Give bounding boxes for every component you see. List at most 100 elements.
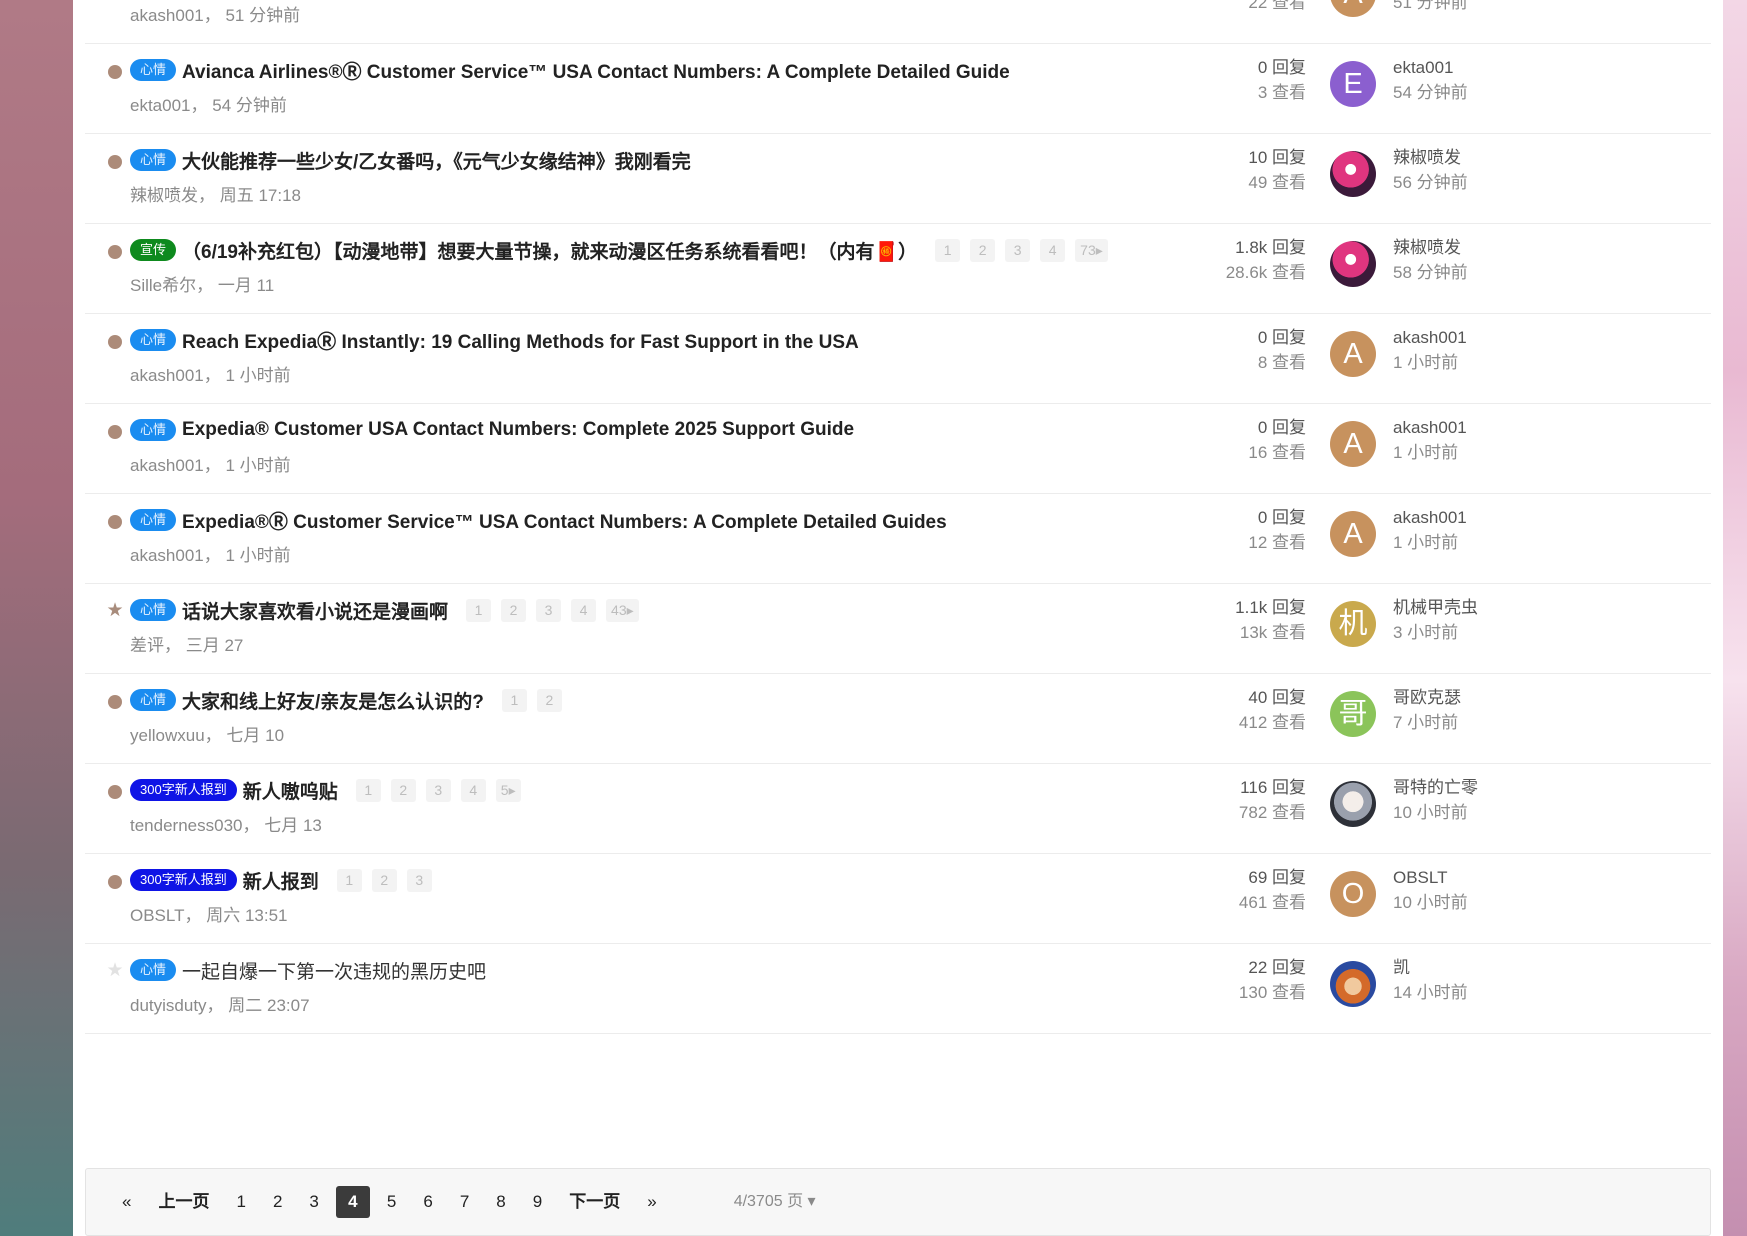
last-page-button[interactable]: » <box>637 1186 666 1218</box>
last-reply-user[interactable]: OBSLT <box>1393 865 1468 890</box>
topic-author[interactable]: akash001， <box>130 6 221 25</box>
page-number-button[interactable]: 2 <box>263 1186 292 1218</box>
topic-page-link[interactable]: 1 <box>501 688 527 712</box>
topic-title-link[interactable]: 一起自爆一下第一次违规的黑历史吧 <box>182 957 486 984</box>
last-reply-user[interactable]: 机械甲壳虫 <box>1393 595 1478 620</box>
avatar[interactable]: O <box>1330 871 1376 917</box>
avatar[interactable]: A <box>1330 331 1376 377</box>
prev-page-button[interactable]: 上一页 <box>148 1186 219 1218</box>
avatar[interactable]: E <box>1330 61 1376 107</box>
topic-title-link[interactable]: （6/19补充红包）【动漫地带】想要大量节操，就来动漫区任务系统看看吧！（内有🧧… <box>182 237 917 264</box>
avatar[interactable]: 机 <box>1330 601 1376 647</box>
topic-page-link[interactable]: 1 <box>336 868 362 892</box>
last-reply-user[interactable]: 辣椒喷发 <box>1393 235 1468 260</box>
category-badge[interactable]: 心情 <box>130 509 177 531</box>
topic-title-link[interactable]: 新人报到 <box>243 867 319 894</box>
topic-author[interactable]: akash001， <box>130 546 221 565</box>
topic-page-link[interactable]: 3 <box>1005 238 1031 262</box>
topic-author[interactable]: akash001， <box>130 456 221 475</box>
category-badge[interactable]: 心情 <box>130 59 177 81</box>
page-number-button[interactable]: 8 <box>486 1186 515 1218</box>
avatar[interactable]: A <box>1330 0 1376 17</box>
last-reply-user[interactable]: 哥欧克瑟 <box>1393 685 1461 710</box>
avatar[interactable]: 哥 <box>1330 691 1376 737</box>
topic-row[interactable]: 300字新人报到 新人嗷呜贴 1 2 3 4 5▸ tenderness030， 七月 … <box>85 754 1711 854</box>
topic-page-link[interactable]: 2 <box>970 238 996 262</box>
topic-title-link[interactable]: 大伙能推荐一些少女/乙女番吗，《元气少女缘结神》我刚看完 <box>182 147 691 174</box>
topic-page-link[interactable]: 1 <box>355 778 381 802</box>
topic-title-link[interactable]: 大家和线上好友/亲友是怎么认识的? <box>182 687 484 714</box>
page-number-button[interactable]: 9 <box>523 1186 552 1218</box>
last-reply-user[interactable]: 辣椒喷发 <box>1393 145 1468 170</box>
star-icon[interactable]: ★ <box>105 601 125 621</box>
topic-author[interactable]: 差评， <box>130 636 181 655</box>
avatar[interactable]: A <box>1330 511 1376 557</box>
topic-page-link[interactable]: 2 <box>371 868 397 892</box>
topic-title-link[interactable]: Reach ExpediaⓇ Instantly: 19 Calling Met… <box>182 327 859 354</box>
category-badge[interactable]: 心情 <box>130 329 177 351</box>
first-page-button[interactable]: « <box>112 1186 141 1218</box>
page-number-button[interactable]: 7 <box>450 1186 479 1218</box>
topic-author[interactable]: ekta001， <box>130 96 208 115</box>
category-badge[interactable]: 心情 <box>130 149 177 171</box>
topic-author[interactable]: Sille希尔， <box>130 276 213 295</box>
current-page-button[interactable]: 4 <box>335 1186 370 1218</box>
topic-page-link[interactable]: 4 <box>571 598 597 622</box>
topic-page-link[interactable]: 3 <box>536 598 562 622</box>
next-page-button[interactable]: 下一页 <box>559 1186 630 1218</box>
last-reply-user[interactable]: ekta001 <box>1393 55 1468 80</box>
topic-author[interactable]: dutyisduty， <box>130 996 224 1015</box>
avatar[interactable] <box>1330 961 1376 1007</box>
star-icon[interactable]: ★ <box>105 961 125 981</box>
topic-page-link[interactable]: 1 <box>466 598 492 622</box>
category-badge[interactable]: 300字新人报到 <box>130 779 237 801</box>
category-badge[interactable]: 300字新人报到 <box>130 869 237 891</box>
topic-page-link[interactable]: 73▸ <box>1075 238 1108 262</box>
topic-author[interactable]: akash001， <box>130 366 221 385</box>
topic-row[interactable]: 宣传 （6/19补充红包）【动漫地带】想要大量节操，就来动漫区任务系统看看吧！（… <box>85 214 1711 314</box>
topic-author[interactable]: yellowxuu， <box>130 726 222 745</box>
topic-title-link[interactable]: Expedia®Ⓡ Customer Service™ USA Contact … <box>182 507 947 534</box>
topic-page-link[interactable]: 5▸ <box>495 778 521 802</box>
topic-author[interactable]: OBSLT， <box>130 906 201 925</box>
avatar[interactable] <box>1330 781 1376 827</box>
last-reply-user[interactable]: akash001 <box>1393 415 1467 440</box>
category-badge[interactable]: 宣传 <box>130 239 177 261</box>
topic-title-link[interactable]: 话说大家喜欢看小说还是漫画啊 <box>182 597 448 624</box>
topic-page-link[interactable]: 2 <box>501 598 527 622</box>
last-reply-user[interactable]: 凯 <box>1393 955 1468 980</box>
topic-page-link[interactable]: 2 <box>536 688 562 712</box>
topic-page-link[interactable]: 1 <box>935 238 961 262</box>
category-badge[interactable]: 心情 <box>130 599 177 621</box>
category-badge[interactable]: 心情 <box>130 959 177 981</box>
page-jump-dropdown[interactable]: 4/3705 页 ▾ <box>724 1186 826 1218</box>
topic-row[interactable]: ★ 心情 话说大家喜欢看小说还是漫画啊 1 2 3 4 43▸ 差评， 三月 27 1.… <box>85 574 1711 674</box>
topic-title-link[interactable]: Avianca Airlines®Ⓡ Customer Service™ USA… <box>182 57 1010 84</box>
page-number-button[interactable]: 1 <box>226 1186 255 1218</box>
last-reply-user[interactable]: akash001 <box>1393 505 1467 530</box>
topic-page-link[interactable]: 4 <box>1040 238 1066 262</box>
topic-row[interactable]: 心情 Expedia® Customer USA Contact Numbers… <box>85 394 1711 494</box>
topic-title-link[interactable]: Expedia® Customer USA Contact Numbers: C… <box>182 419 854 441</box>
topic-row[interactable]: 心情 Reach ExpediaⓇ Instantly: 19 Calling … <box>85 304 1711 404</box>
topic-page-link[interactable]: 4 <box>460 778 486 802</box>
last-reply-user[interactable]: akash001 <box>1393 325 1467 350</box>
page-number-button[interactable]: 6 <box>413 1186 442 1218</box>
page-number-button[interactable]: 3 <box>299 1186 328 1218</box>
topic-page-link[interactable]: 2 <box>390 778 416 802</box>
topic-title-link[interactable]: 新人嗷呜贴 <box>243 777 338 804</box>
topic-page-link[interactable]: 3 <box>425 778 451 802</box>
avatar[interactable] <box>1330 241 1376 287</box>
category-badge[interactable]: 心情 <box>130 419 177 441</box>
avatar[interactable]: A <box>1330 421 1376 467</box>
topic-author[interactable]: tenderness030， <box>130 816 259 835</box>
page-number-button[interactable]: 5 <box>377 1186 406 1218</box>
topic-page-link[interactable]: 3 <box>406 868 432 892</box>
last-reply-user[interactable]: 哥特的亡零 <box>1393 775 1478 800</box>
topic-row[interactable]: ★ 心情 一起自爆一下第一次违规的黑历史吧 dutyisduty， 周二 23:… <box>85 934 1711 1034</box>
category-badge[interactable]: 心情 <box>130 689 177 711</box>
topic-author[interactable]: 辣椒喷发， <box>130 186 215 205</box>
topic-row[interactable]: 心情 大伙能推荐一些少女/乙女番吗，《元气少女缘结神》我刚看完 辣椒喷发， 周五… <box>85 124 1711 224</box>
topic-row[interactable]: 心情 Avianca Airlines®Ⓡ Customer Service™ … <box>85 34 1711 134</box>
topic-row[interactable]: 心情 大家和线上好友/亲友是怎么认识的? 12 yellowxuu， 七月 10… <box>85 664 1711 764</box>
